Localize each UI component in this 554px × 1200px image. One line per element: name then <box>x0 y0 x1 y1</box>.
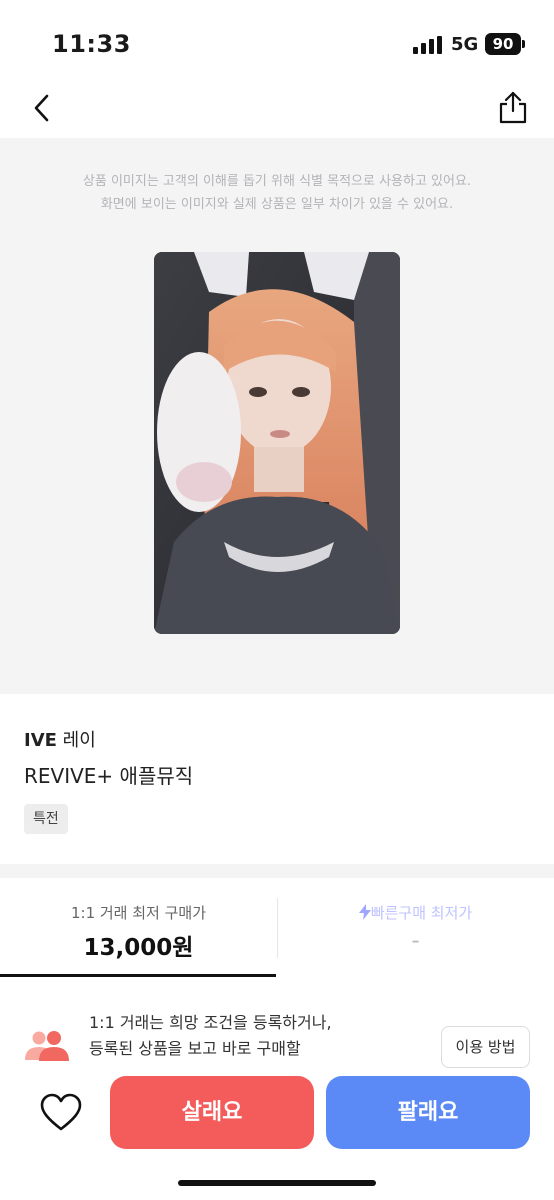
product-tag: 특전 <box>24 804 68 834</box>
product-image-area: 상품 이미지는 고객의 이해를 돕기 위해 식별 목적으로 사용하고 있어요. … <box>0 138 554 694</box>
image-notice-line1: 상품 이미지는 고객의 이해를 돕기 위해 식별 목적으로 사용하고 있어요. <box>82 174 472 189</box>
chevron-left-icon <box>34 94 49 122</box>
lowest-price: 13,000원 <box>83 935 194 961</box>
quick-buy-price: - <box>411 928 420 954</box>
status-bar: 11:33 5G 90 <box>0 0 554 80</box>
lightning-icon <box>358 904 371 920</box>
image-notice-line2: 화면에 보이는 이미지와 실제 상품은 일부 차이가 있을 수 있어요. <box>100 197 454 212</box>
tab-quick-buy-price[interactable]: 빠른구매 최저가 - <box>277 878 554 978</box>
section-divider <box>0 864 554 878</box>
battery-icon: 90 <box>485 33 521 55</box>
people-icon <box>25 1031 69 1061</box>
top-nav <box>0 80 554 138</box>
signal-icon <box>413 36 443 54</box>
like-button[interactable] <box>38 1090 84 1136</box>
share-button[interactable] <box>496 90 530 126</box>
tab-label: 빠른구매 최저가 <box>277 902 554 923</box>
price-tabs: 1:1 거래 최저 구매가 13,000원 빠른구매 최저가 - <box>0 878 554 978</box>
product-photo[interactable] <box>154 252 400 634</box>
buy-button[interactable]: 살래요 <box>110 1076 314 1149</box>
tab-label-text: 빠른구매 최저가 <box>370 904 473 922</box>
trade-info: 1:1 거래는 희망 조건을 등록하거나, 등록된 상품을 보고 바로 구매할 … <box>0 1000 554 1070</box>
sell-button[interactable]: 팔래요 <box>326 1076 530 1149</box>
heart-icon <box>40 1093 82 1131</box>
artist-line: IVE 레이 <box>24 726 96 752</box>
network-type: 5G <box>451 34 479 55</box>
share-icon <box>499 91 527 124</box>
image-notice: 상품 이미지는 고객의 이해를 돕기 위해 식별 목적으로 사용하고 있어요. … <box>0 170 554 216</box>
tab-label: 1:1 거래 최저 구매가 <box>70 904 207 922</box>
home-indicator <box>178 1180 376 1186</box>
back-button[interactable] <box>28 90 58 126</box>
photocard-image <box>154 252 400 634</box>
bottom-action-bar: 살래요 팔래요 <box>0 1070 554 1200</box>
how-to-use-button[interactable]: 이용 방법 <box>441 1026 530 1068</box>
product-name: REVIVE+ 애플뮤직 <box>24 764 194 788</box>
battery-tip <box>522 40 525 48</box>
tab-one-to-one-price[interactable]: 1:1 거래 최저 구매가 13,000원 <box>0 878 277 978</box>
active-tab-indicator <box>0 974 276 977</box>
trade-info-line1: 1:1 거래는 희망 조건을 등록하거나, <box>89 1013 332 1032</box>
product-info: IVE 레이 REVIVE+ 애플뮤직 특전 <box>0 694 554 864</box>
trade-info-text: 1:1 거래는 희망 조건을 등록하거나, 등록된 상품을 보고 바로 구매할 <box>89 1010 332 1062</box>
status-time: 11:33 <box>52 30 131 58</box>
member-name: 레이 <box>62 730 96 751</box>
artist-name: IVE <box>24 730 57 751</box>
trade-info-line2: 등록된 상품을 보고 바로 구매할 <box>89 1039 301 1058</box>
